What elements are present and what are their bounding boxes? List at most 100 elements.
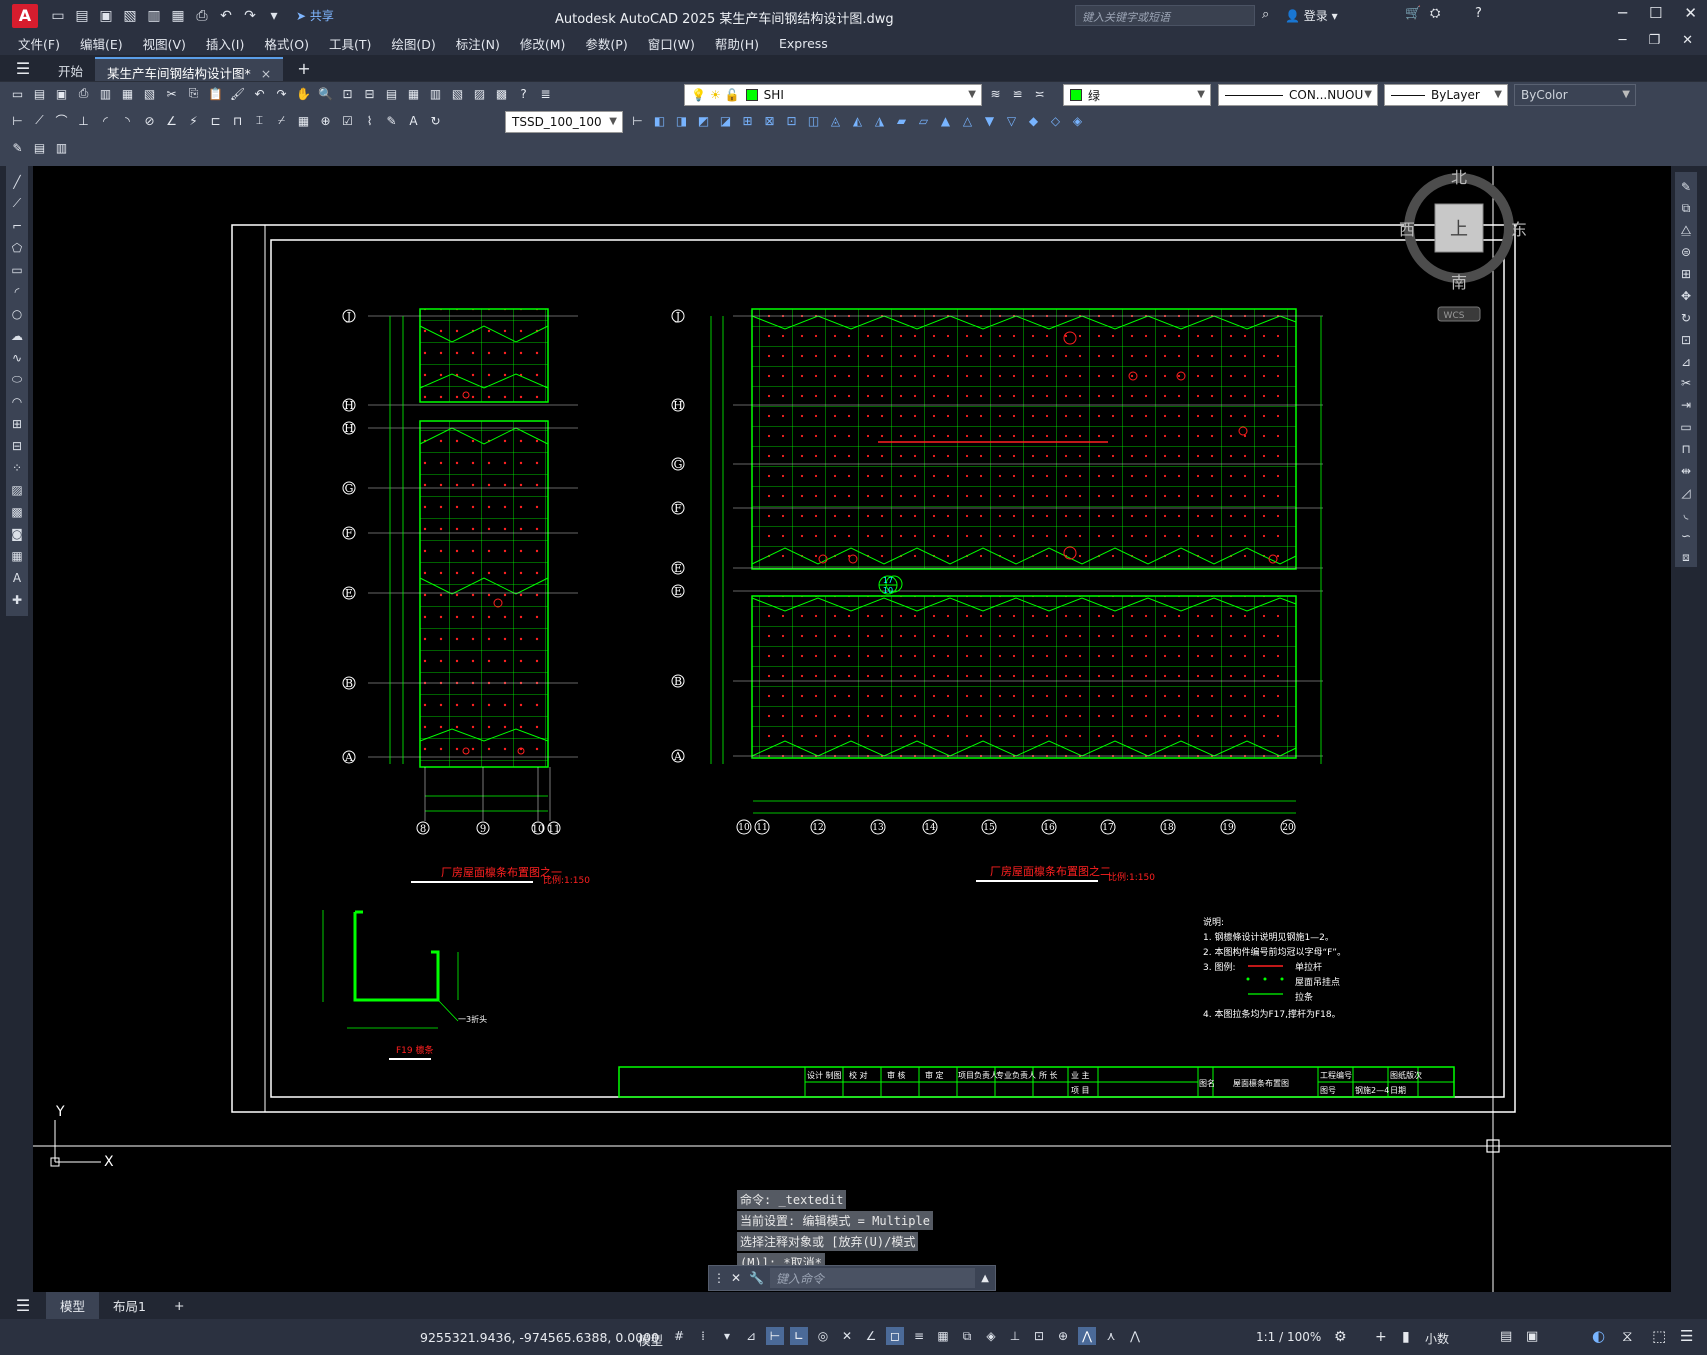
layout-menu-icon[interactable]: ☰ (0, 1293, 46, 1319)
polygon-icon[interactable]: ⬠ (8, 238, 26, 257)
grid-icon[interactable]: # (670, 1327, 688, 1345)
open-icon[interactable]: ▤ (30, 84, 49, 103)
save-as-icon[interactable]: ▧ (120, 6, 140, 26)
layer-previous-icon[interactable]: ≌ (1008, 84, 1027, 103)
gizmo-icon[interactable]: ⊕ (1054, 1327, 1072, 1345)
dim-update-icon[interactable]: ↻ (426, 111, 445, 130)
sheetset-icon[interactable]: ▧ (448, 84, 467, 103)
make-block-icon[interactable]: ⊟ (8, 436, 26, 455)
selection-cycling-icon[interactable]: ⧉ (958, 1327, 976, 1345)
rotate-icon[interactable]: ↻ (1677, 309, 1695, 327)
dim-linear-icon[interactable]: ⊢ (8, 111, 27, 130)
polyline-icon[interactable]: ⌐ (8, 216, 26, 235)
viewcube-east[interactable]: 东 (1511, 220, 1527, 239)
share-button[interactable]: ➤ 共享 (296, 7, 334, 24)
break-icon[interactable]: ⊓ (1677, 440, 1695, 458)
help-tb-icon[interactable]: ? (514, 84, 533, 103)
transparency-icon[interactable]: ▦ (934, 1327, 952, 1345)
dim-jogged-icon[interactable]: ◝ (118, 111, 137, 130)
table-icon[interactable]: ▦ (8, 546, 26, 565)
camera-icon[interactable]: ◇ (1046, 111, 1065, 130)
menu-dimension[interactable]: 标注(N) (456, 34, 500, 53)
menu-edit[interactable]: 编辑(E) (80, 34, 123, 53)
view-front-icon[interactable]: ◨ (672, 111, 691, 130)
ucs-y-icon[interactable]: ▱ (914, 111, 933, 130)
viewcube[interactable]: 上 北 南 东 西 WCS (1399, 168, 1527, 322)
render-icon[interactable]: ◆ (1024, 111, 1043, 130)
point-icon[interactable]: ⁘ (8, 458, 26, 477)
clean-screen-icon[interactable]: ⬚ (1652, 1327, 1666, 1345)
publish-icon[interactable]: ▥ (144, 6, 164, 26)
center-mark-icon[interactable]: ⊕ (316, 111, 335, 130)
inspection-icon[interactable]: ☑ (338, 111, 357, 130)
view-iso-icon[interactable]: ◩ (694, 111, 713, 130)
stretch-icon[interactable]: ⊿ (1677, 353, 1695, 371)
offset-icon[interactable]: ⊜ (1677, 243, 1695, 261)
snap-icon[interactable]: ⁞ (694, 1327, 712, 1345)
ucs-3point-icon[interactable]: ◫ (804, 111, 823, 130)
insert-block-icon[interactable]: ⊞ (8, 414, 26, 433)
viewcube-wcs[interactable]: WCS (1444, 311, 1465, 321)
break-point-icon[interactable]: ▭ (1677, 418, 1695, 436)
undo-icon[interactable]: ↶ (216, 6, 236, 26)
polar-icon[interactable]: ∟ (790, 1327, 808, 1345)
object-snap-icon[interactable]: ∠ (862, 1327, 880, 1345)
isodraft-icon[interactable]: ◎ (814, 1327, 832, 1345)
lock-ui-icon[interactable]: ▣ (1526, 1329, 1538, 1344)
dim-space-icon[interactable]: ⌶ (250, 111, 269, 130)
dim-radius-icon[interactable]: ◜ (96, 111, 115, 130)
pan-icon[interactable]: ✋ (294, 84, 313, 103)
mtext-icon[interactable]: A (8, 568, 26, 587)
grip-handle-icon[interactable]: ⋮ (713, 1271, 725, 1285)
lineweight-icon[interactable]: ≡ (910, 1327, 928, 1345)
viewcube-south[interactable]: 南 (1451, 273, 1467, 292)
fillet-icon[interactable]: ◟ (1677, 505, 1695, 523)
autodesk-app-icon[interactable]: ⛭ (1430, 6, 1440, 21)
zoom-previous-icon[interactable]: ⊟ (360, 84, 379, 103)
export-icon[interactable]: ▦ (168, 6, 188, 26)
cart-icon[interactable]: 🛒 (1405, 6, 1421, 21)
design-center-icon[interactable]: ▦ (404, 84, 423, 103)
menu-draw[interactable]: 绘图(D) (391, 34, 435, 53)
properties-icon[interactable]: ▤ (382, 84, 401, 103)
new-tab-button[interactable]: + (283, 56, 324, 81)
ucs-view-icon[interactable]: ◮ (870, 111, 889, 130)
ucs-zaxis-icon[interactable]: ⊡ (782, 111, 801, 130)
move-icon[interactable]: ✥ (1677, 287, 1695, 305)
hardware-acceleration-icon[interactable]: ⧖ (1622, 1327, 1633, 1345)
help-icon[interactable]: ? (1475, 6, 1482, 21)
dim-text-edit-icon[interactable]: A (404, 111, 423, 130)
block-attribute-icon[interactable]: ▤ (30, 138, 49, 157)
layer-manager-icon[interactable]: ≣ (536, 84, 555, 103)
redo-icon[interactable]: ↷ (240, 6, 260, 26)
tab-start[interactable]: 开始 (46, 57, 95, 81)
tool-palettes-icon[interactable]: ▥ (426, 84, 445, 103)
copy-object-icon[interactable]: ⧉ (1677, 200, 1695, 218)
dim-ordinate-icon[interactable]: ⊥ (74, 111, 93, 130)
color-dropdown[interactable]: 绿 ▼ (1063, 84, 1211, 106)
hamburger-menu-icon[interactable]: ☰ (0, 55, 46, 81)
workspace-gear-icon[interactable]: ⚙ (1334, 1329, 1347, 1345)
region-icon[interactable]: ◙ (8, 524, 26, 543)
annotation-scale[interactable]: 1:1 / 100% (1256, 1330, 1321, 1344)
annotation-scale-icon[interactable]: ⋀ (1126, 1327, 1144, 1345)
autocad-logo[interactable]: A (12, 3, 38, 28)
ucs-x-icon[interactable]: ▰ (892, 111, 911, 130)
tab-close-icon[interactable]: × (261, 66, 271, 81)
quick-dim-icon[interactable]: ⚡ (184, 111, 203, 130)
copy-icon[interactable]: ⎘ (184, 84, 203, 103)
quick-properties-icon[interactable]: ▤ (1500, 1329, 1512, 1344)
menu-format[interactable]: 格式(O) (264, 34, 309, 53)
shade-icon[interactable]: ▽ (1002, 111, 1021, 130)
doc-minimize-icon[interactable]: ─ (1619, 33, 1627, 48)
dynamic-input-icon[interactable]: ⊿ (742, 1327, 760, 1345)
menu-help[interactable]: 帮助(H) (715, 34, 759, 53)
rectangle-icon[interactable]: ▭ (8, 260, 26, 279)
view-3d-icon[interactable]: ◧ (650, 111, 669, 130)
isolate-objects-icon[interactable]: ◐ (1592, 1327, 1605, 1345)
publish-tb-icon[interactable]: ▦ (118, 84, 137, 103)
dim-angular-icon[interactable]: ∠ (162, 111, 181, 130)
ortho-icon[interactable]: ⊢ (766, 1327, 784, 1345)
tab-drawing[interactable]: 某生产车间钢结构设计图* × (95, 57, 284, 81)
viewcube-north[interactable]: 北 (1451, 168, 1467, 187)
